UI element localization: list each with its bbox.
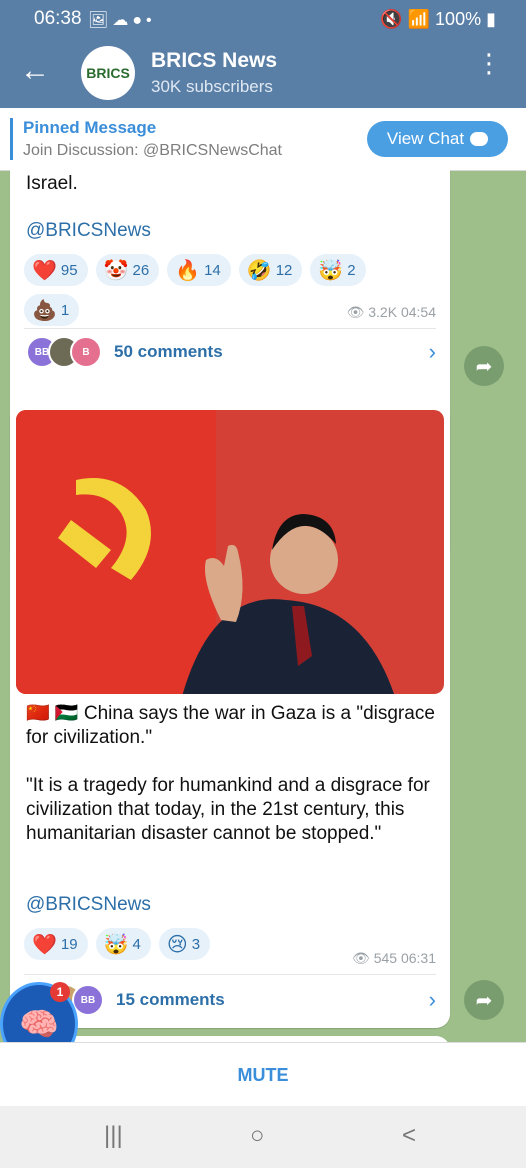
system-nav-bar: ||| ○ < xyxy=(0,1106,526,1168)
channel-title[interactable]: BRICS News xyxy=(151,49,277,73)
channel-avatar[interactable]: BRICS xyxy=(81,46,135,100)
headline-text: China says the war in Gaza is a "disgrac… xyxy=(26,703,435,748)
view-chat-button[interactable]: View Chat xyxy=(367,121,508,157)
back-arrow-icon[interactable]: ← xyxy=(20,54,50,88)
share-icon[interactable]: ➦ xyxy=(464,980,504,1020)
reaction-exploding-head[interactable]: 🤯 4 xyxy=(95,928,151,960)
more-menu-icon[interactable]: ⋮ xyxy=(476,50,502,76)
pinned-title: Pinned Message xyxy=(23,118,157,137)
comments-link[interactable]: BB B 50 comments › xyxy=(26,330,436,374)
reaction-heart[interactable]: ❤️ 95 xyxy=(24,254,88,286)
home-icon[interactable]: ○ xyxy=(250,1122,265,1150)
photo-illustration xyxy=(58,478,394,694)
chevron-right-icon: › xyxy=(428,339,436,364)
share-icon[interactable]: ➦ xyxy=(464,346,504,386)
reaction-exploding-head[interactable]: 🤯 2 xyxy=(310,254,366,286)
app-bar: ← BRICS BRICS News 30K subscribers ⋮ xyxy=(0,40,526,108)
recents-icon[interactable]: ||| xyxy=(104,1122,123,1150)
message-headline: 🇨🇳 🇵🇸 China says the war in Gaza is a "d… xyxy=(26,702,450,750)
comments-link[interactable]: 👶 BB 15 comments › xyxy=(50,978,436,1022)
quote-text: "It is a tragedy for humankind and a dis… xyxy=(26,775,430,844)
pinned-indicator xyxy=(10,118,13,160)
flag-emojis: 🇨🇳 🇵🇸 xyxy=(26,703,79,724)
chevron-right-icon: › xyxy=(428,987,436,1012)
divider xyxy=(24,974,436,975)
battery-text: 100% xyxy=(435,9,482,29)
channel-link[interactable]: @BRICSNews xyxy=(26,220,151,242)
notification-icons: 🖼☁●• xyxy=(88,12,156,29)
reaction-fire[interactable]: 🔥 14 xyxy=(167,254,231,286)
subscriber-count: 30K subscribers xyxy=(151,77,273,96)
reaction-rofl[interactable]: 🤣 12 xyxy=(238,254,303,286)
divider xyxy=(24,328,436,329)
post-time: 04:54 xyxy=(400,304,436,320)
avatar-text: BRICS xyxy=(86,65,130,81)
message-post[interactable]: 🇨🇳 🇵🇸 China says the war in Gaza is a "d… xyxy=(10,404,450,1028)
message-meta: 👁 545 06:31 xyxy=(352,950,436,967)
notification-badge: 1 xyxy=(50,982,70,1002)
eye-icon: 👁 xyxy=(352,950,370,966)
post-time: 06:31 xyxy=(400,950,436,966)
message-text: Israel. xyxy=(26,173,78,194)
reaction-crying[interactable]: 😢 3 xyxy=(158,928,211,960)
reaction-clown[interactable]: 🤡 26 xyxy=(95,254,160,286)
commenter-avatar: B xyxy=(70,336,102,368)
comments-count: 15 comments xyxy=(116,990,225,1009)
pinned-message-bar[interactable]: Pinned Message Join Discussion: @BRICSNe… xyxy=(0,108,526,171)
reaction-heart[interactable]: ❤️ 19 xyxy=(24,928,88,960)
view-count: 3.2K xyxy=(368,304,398,320)
pinned-text: Join Discussion: @BRICSNewsChat xyxy=(23,142,282,159)
view-chat-label: View Chat xyxy=(386,129,465,148)
mute-button[interactable]: MUTE xyxy=(0,1042,526,1107)
reaction-poop[interactable]: 💩 1 xyxy=(24,294,80,326)
channel-link[interactable]: @BRICSNews xyxy=(26,894,151,916)
post-photo[interactable] xyxy=(16,410,444,694)
message-feed[interactable]: Israel. @BRICSNews ❤️ 95 🤡 26 🔥 14 🤣 12 🤯 2 💩… xyxy=(0,170,526,1042)
status-right: 🔇 📶 100% ▮ xyxy=(380,9,496,29)
message-meta: 👁 3.2K 04:54 xyxy=(347,304,436,321)
view-count: 545 xyxy=(373,950,398,966)
eye-icon: 👁 xyxy=(346,304,365,320)
status-bar: 06:38 🖼☁●• 🔇 📶 100% ▮ xyxy=(0,0,526,40)
back-icon[interactable]: < xyxy=(402,1122,416,1150)
commenter-avatar: BB xyxy=(72,984,104,1016)
chat-bubble-icon xyxy=(470,132,489,146)
status-time: 06:38 xyxy=(34,8,82,29)
comments-count: 50 comments xyxy=(114,342,223,361)
